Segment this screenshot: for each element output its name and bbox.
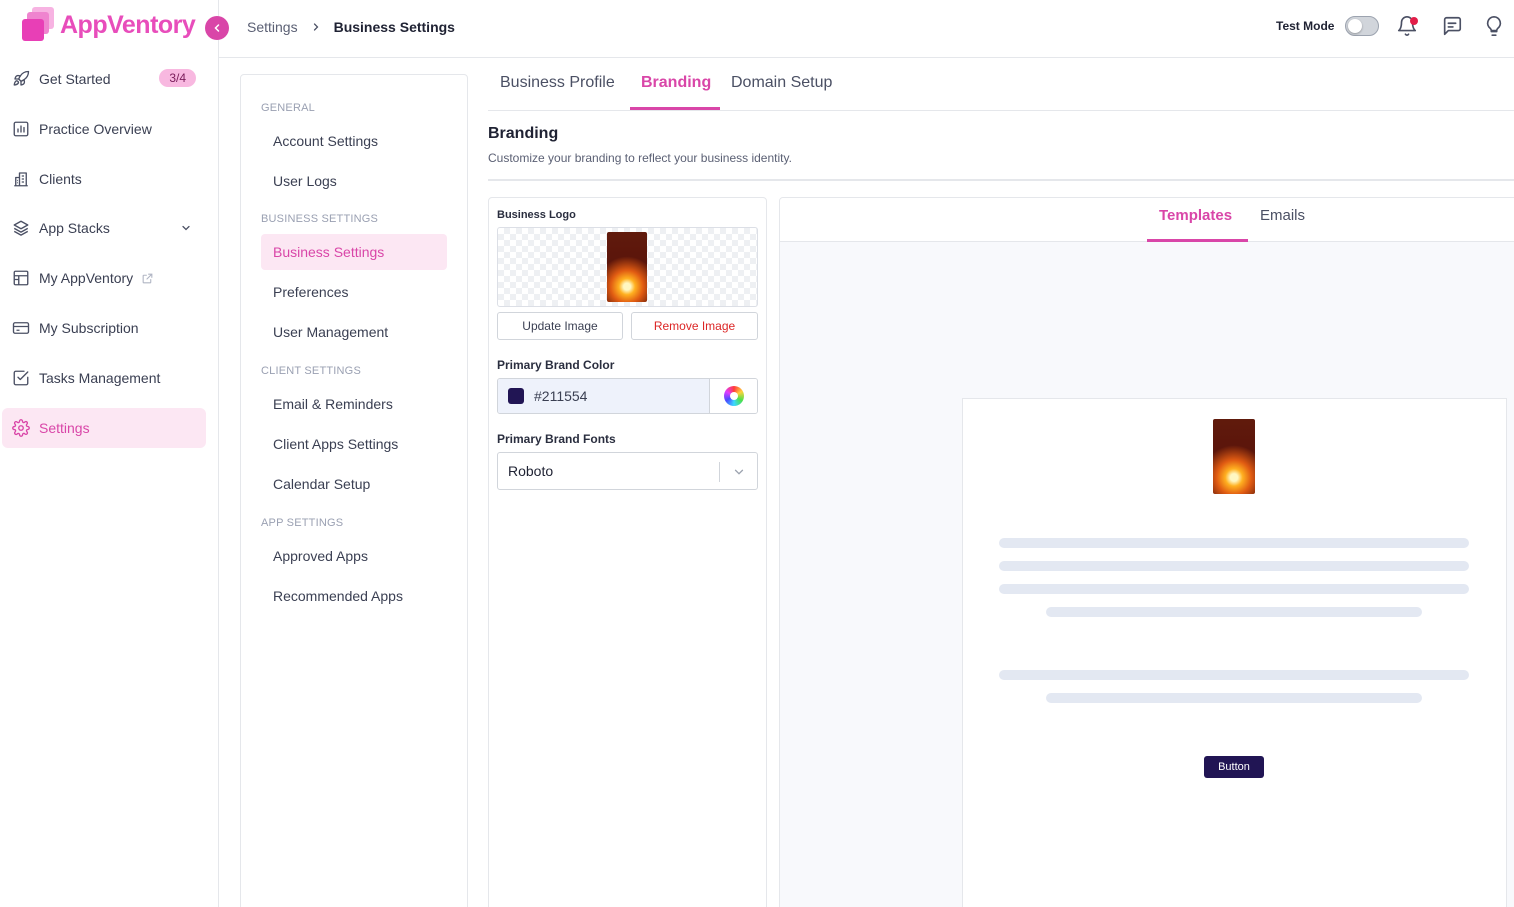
template-logo-image	[1213, 419, 1255, 494]
active-tab-indicator	[1147, 239, 1248, 242]
chevron-left-icon	[214, 24, 220, 32]
store-icon	[11, 268, 31, 288]
section-subtitle: Customize your branding to reflect your …	[488, 151, 792, 165]
color-picker-button[interactable]	[709, 379, 757, 413]
sidebar-collapse-button[interactable]	[205, 16, 229, 40]
test-mode-toggle[interactable]	[1345, 16, 1379, 36]
nav-get-started[interactable]: Get Started 3/4	[2, 59, 206, 99]
logo-mark-icon	[20, 7, 56, 43]
menu-account-settings[interactable]: Account Settings	[261, 123, 447, 159]
section-title: Branding	[488, 125, 559, 142]
menu-approved-apps[interactable]: Approved Apps	[261, 538, 447, 574]
tab-business-profile[interactable]: Business Profile	[500, 74, 615, 92]
placeholder-line	[999, 584, 1469, 594]
tab-emails[interactable]: Emails	[1260, 207, 1305, 224]
section-label-business-settings: BUSINESS SETTINGS	[261, 213, 379, 225]
notification-dot	[1410, 17, 1418, 25]
font-selected-value: Roboto	[508, 463, 554, 479]
template-preview: Templates Emails Button	[779, 197, 1514, 907]
menu-preferences[interactable]: Preferences	[261, 274, 447, 310]
menu-business-settings[interactable]: Business Settings	[261, 234, 447, 270]
chevron-down-icon[interactable]	[180, 221, 192, 237]
placeholder-line	[999, 561, 1469, 571]
logo-label: Business Logo	[497, 209, 576, 221]
nav-practice-overview[interactable]: Practice Overview	[2, 109, 206, 149]
nav-app-stacks[interactable]: App Stacks	[2, 208, 206, 248]
remove-image-button[interactable]: Remove Image	[631, 312, 758, 340]
font-label: Primary Brand Fonts	[497, 432, 616, 446]
building-icon	[11, 169, 31, 189]
breadcrumb-current: Business Settings	[333, 19, 455, 35]
section-label-app-settings: APP SETTINGS	[261, 517, 344, 529]
breadcrumb-parent[interactable]: Settings	[247, 19, 298, 35]
nav-label: Get Started	[39, 71, 111, 87]
nav-settings[interactable]: Settings	[2, 408, 206, 448]
settings-tabs: Business Profile Branding Domain Setup	[488, 58, 1514, 111]
section-label-general: GENERAL	[261, 102, 315, 114]
placeholder-line	[1046, 693, 1422, 703]
nav-clients[interactable]: Clients	[2, 159, 206, 199]
placeholder-line	[999, 670, 1469, 680]
menu-calendar-setup[interactable]: Calendar Setup	[261, 466, 447, 502]
nav-label: My Subscription	[39, 320, 139, 336]
breadcrumb: Settings Business Settings	[247, 19, 455, 35]
bell-icon[interactable]	[1395, 14, 1419, 38]
active-tab-indicator	[630, 107, 720, 110]
nav-tasks-management[interactable]: Tasks Management	[2, 358, 206, 398]
divider	[488, 179, 1514, 181]
chevron-right-icon	[310, 21, 322, 33]
logo-preview-box	[497, 227, 758, 307]
settings-menu: GENERAL Account Settings User Logs BUSIN…	[240, 74, 468, 907]
nav-my-appventory[interactable]: My AppVentory	[2, 258, 206, 298]
menu-email-reminders[interactable]: Email & Reminders	[261, 386, 447, 422]
color-label: Primary Brand Color	[497, 358, 615, 372]
tab-domain-setup[interactable]: Domain Setup	[731, 74, 832, 92]
color-wheel-icon	[724, 386, 744, 406]
color-value-input[interactable]: #211554	[498, 379, 709, 413]
nav-my-subscription[interactable]: My Subscription	[2, 308, 206, 348]
nav-label: Practice Overview	[39, 121, 152, 137]
color-swatch	[508, 388, 524, 404]
nav-label: My AppVentory	[39, 270, 134, 286]
placeholder-line	[999, 538, 1469, 548]
email-template-card: Button	[962, 398, 1507, 907]
progress-badge: 3/4	[159, 69, 196, 87]
credit-card-icon	[11, 318, 31, 338]
rocket-icon	[11, 69, 31, 89]
tab-templates[interactable]: Templates	[1159, 207, 1232, 224]
menu-user-logs[interactable]: User Logs	[261, 163, 447, 199]
checkbox-icon	[11, 368, 31, 388]
menu-recommended-apps[interactable]: Recommended Apps	[261, 578, 447, 614]
nav-label: Settings	[39, 420, 90, 436]
external-link-icon	[141, 272, 154, 285]
app-logo[interactable]: AppVentory	[20, 6, 196, 44]
chart-icon	[11, 119, 31, 139]
brand-font-select[interactable]: Roboto	[497, 452, 758, 490]
section-label-client-settings: CLIENT SETTINGS	[261, 365, 361, 377]
menu-client-apps-settings[interactable]: Client Apps Settings	[261, 426, 447, 462]
gear-icon	[11, 418, 31, 438]
menu-user-management[interactable]: User Management	[261, 314, 447, 350]
branding-form: Business Logo Update Image Remove Image …	[488, 197, 767, 907]
nav-label: Clients	[39, 171, 82, 187]
chevron-down-icon[interactable]	[732, 465, 746, 482]
app-name: AppVentory	[60, 10, 196, 39]
preview-tabs: Templates Emails	[780, 198, 1514, 242]
template-button[interactable]: Button	[1204, 756, 1264, 778]
chat-icon[interactable]	[1440, 14, 1464, 38]
color-hex-value: #211554	[534, 388, 588, 404]
business-logo-image	[607, 232, 647, 302]
nav-label: Tasks Management	[39, 370, 161, 386]
tab-branding[interactable]: Branding	[641, 74, 711, 92]
lightbulb-icon[interactable]	[1482, 14, 1506, 38]
placeholder-line	[1046, 607, 1422, 617]
layers-icon	[11, 218, 31, 238]
brand-color-field[interactable]: #211554	[497, 378, 758, 414]
top-bar: Settings Business Settings Test Mode	[219, 0, 1514, 58]
update-image-button[interactable]: Update Image	[497, 312, 623, 340]
test-mode-label: Test Mode	[1276, 19, 1335, 33]
app-root: AppVentory Get Started 3/4 Practice Over…	[0, 0, 1514, 907]
left-sidebar: AppVentory Get Started 3/4 Practice Over…	[0, 0, 219, 907]
nav-label: App Stacks	[39, 220, 110, 236]
